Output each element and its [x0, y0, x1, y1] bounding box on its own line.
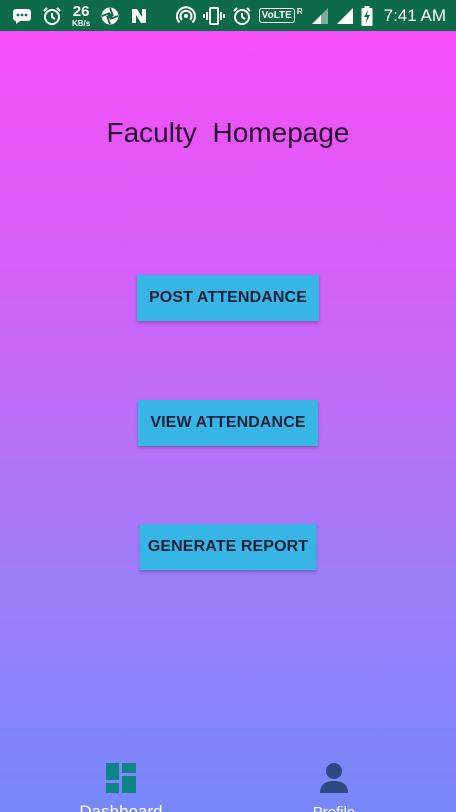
message-icon	[12, 8, 32, 24]
nav-label-profile: Profile	[313, 804, 356, 812]
status-time: 7:41 AM	[383, 5, 446, 25]
nav-label-dashboard: Dashboard	[79, 802, 163, 812]
status-bar-left: 26 KB/s	[12, 4, 158, 28]
post-attendance-button[interactable]: POST ATTENDANCE	[137, 275, 319, 321]
dashboard-icon	[105, 762, 137, 799]
data-speed-indicator: 26 KB/s	[72, 4, 90, 28]
aperture-icon	[100, 6, 120, 26]
vibrate-icon	[202, 6, 225, 26]
nav-item-dashboard[interactable]: Dashboard	[71, 762, 171, 812]
generate-report-button[interactable]: GENERATE REPORT	[139, 524, 317, 570]
signal-icon	[311, 7, 329, 25]
n-icon	[130, 7, 148, 25]
page-title: Faculty Homepage	[106, 117, 350, 148]
nav-item-profile[interactable]: Profile	[284, 762, 384, 812]
view-attendance-button[interactable]: VIEW ATTENDANCE	[138, 400, 318, 446]
status-bar-right: VoLTE R 7:41 AM	[175, 5, 446, 26]
person-icon	[319, 762, 349, 799]
data-speed-unit: KB/s	[72, 18, 91, 28]
volte-roaming-mark: R	[296, 7, 303, 16]
data-speed-value: 26	[72, 2, 90, 20]
signal-icon	[336, 7, 354, 25]
volte-badge: VoLTE	[258, 8, 295, 23]
alarm-icon	[42, 6, 62, 26]
hotspot-icon	[175, 5, 196, 26]
faculty-home-screen: Faculty Homepage POST ATTENDANCE VIEW AT…	[0, 31, 456, 812]
battery-charging-icon	[361, 5, 373, 26]
alarm-icon	[232, 6, 252, 26]
status-bar: 26 KB/s VoLTE R 7:41 AM	[0, 0, 456, 31]
bottom-navigation: Dashboard Profile	[0, 762, 456, 812]
